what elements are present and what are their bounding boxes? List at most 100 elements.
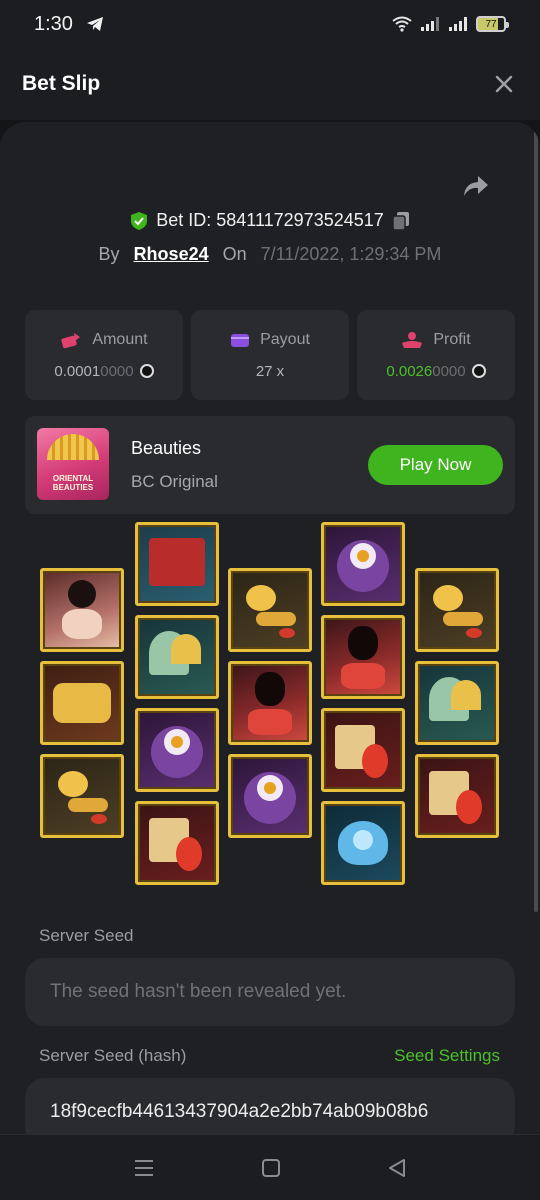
golden-ruyi-shape	[432, 584, 463, 611]
payout-card: Payout 27 x	[191, 310, 349, 400]
profit-icon	[402, 331, 423, 348]
profit-card: Profit 0.00260000	[357, 310, 515, 400]
golden-ruyi-shape	[256, 612, 297, 627]
home-icon[interactable]	[261, 1158, 281, 1178]
user-link[interactable]: Rhose24	[134, 244, 209, 265]
golden-ruyi-shape	[443, 612, 484, 627]
status-bar: 1:30 77	[0, 0, 540, 48]
purple-lotus-ring-symbol	[135, 708, 219, 792]
close-icon	[495, 75, 513, 93]
battery-icon: 77	[476, 16, 509, 32]
golden-ruyi-shape	[91, 814, 108, 825]
by-label: By	[98, 244, 120, 264]
red-dress-lady-symbol	[321, 615, 405, 699]
share-icon	[464, 176, 488, 196]
koi-fish-scroll-shape	[362, 743, 389, 778]
bet-stats: Amount 0.00010000 Payout 27 x Profit 0.0…	[25, 310, 515, 400]
wallet-icon	[231, 333, 250, 347]
golden-ruyi-shape	[279, 628, 296, 639]
koi-fish-scroll-symbol	[135, 801, 219, 885]
server-seed-field: The seed hasn't been revealed yet.	[25, 958, 515, 1026]
thumbnail-title: ORIENTAL BEAUTIES	[52, 474, 94, 492]
golden-ruyi-shape	[68, 798, 109, 813]
blue-lotus-shape	[353, 829, 373, 850]
purple-lotus-ring-shape	[264, 782, 276, 795]
golden-comb-shape	[53, 683, 111, 723]
payout-label: Payout	[260, 330, 310, 348]
koi-fish-scroll-symbol	[321, 708, 405, 792]
amount-icon	[61, 332, 81, 348]
amount-card: Amount 0.00010000	[25, 310, 183, 400]
blue-lotus-symbol	[321, 801, 405, 885]
red-dress-lady-shape	[255, 671, 285, 706]
play-now-button[interactable]: Play Now	[368, 445, 503, 485]
red-dress-lady-symbol	[228, 661, 312, 745]
red-dress-lady-shape	[248, 708, 292, 735]
menu-icon[interactable]	[133, 1158, 155, 1178]
golden-ruyi-shape	[245, 584, 276, 611]
server-seed-hash-field[interactable]: 18f9cecfb44613437904a2e2bb74ab09b08b6	[25, 1078, 515, 1134]
scrollbar[interactable]	[534, 122, 538, 912]
signal-icon-2	[449, 17, 467, 31]
verified-shield-icon	[131, 211, 148, 230]
beauty-lady-symbol	[40, 568, 124, 652]
game-thumbnail[interactable]: ORIENTAL BEAUTIES	[37, 428, 109, 500]
share-button[interactable]	[462, 174, 490, 198]
telegram-icon	[86, 17, 103, 31]
jade-fan-symbol	[415, 661, 499, 745]
header: Bet Slip	[0, 48, 540, 120]
payout-value: 27 x	[255, 362, 285, 380]
close-button[interactable]	[490, 70, 518, 98]
golden-ruyi-symbol	[40, 754, 124, 838]
red-dress-lady-shape	[341, 662, 385, 689]
game-card[interactable]: ORIENTAL BEAUTIES Beauties BC Original P…	[25, 416, 515, 514]
game-provider: BC Original	[131, 472, 218, 491]
server-seed-label: Server Seed	[39, 926, 134, 945]
purple-lotus-ring-symbol	[321, 522, 405, 606]
profit-label: Profit	[433, 330, 471, 348]
fan-graphic	[47, 434, 99, 460]
red-book-shape	[149, 538, 205, 587]
system-nav-bar	[0, 1134, 540, 1200]
red-dress-lady-shape	[348, 625, 378, 660]
beauty-lady-shape	[62, 609, 102, 640]
koi-fish-scroll-symbol	[415, 754, 499, 838]
jade-fan-symbol	[135, 615, 219, 699]
red-book-symbol	[135, 522, 219, 606]
slot-reels	[40, 522, 500, 895]
golden-comb-symbol	[40, 661, 124, 745]
status-time: 1:30	[34, 12, 73, 35]
on-label: On	[222, 244, 247, 264]
bet-detail-panel: Bet ID: 58411172973524517 By Rhose24 On …	[0, 122, 540, 1134]
golden-ruyi-symbol	[415, 568, 499, 652]
coin-icon	[471, 364, 486, 378]
jade-fan-shape	[451, 680, 482, 711]
wifi-icon	[392, 16, 412, 32]
jade-fan-shape	[171, 634, 202, 665]
copy-icon[interactable]	[392, 211, 410, 231]
profit-value: 0.00260000	[386, 362, 466, 380]
page-title: Bet Slip	[22, 72, 101, 95]
golden-ruyi-shape	[57, 770, 88, 797]
purple-lotus-ring-symbol	[228, 754, 312, 838]
beauty-lady-shape	[68, 580, 96, 609]
bet-author-row: By Rhose24 On 7/11/2022, 1:29:34 PM	[0, 244, 540, 265]
purple-lotus-ring-shape	[357, 550, 369, 563]
back-icon[interactable]	[387, 1158, 407, 1178]
server-seed-hash-label: Server Seed (hash)	[39, 1046, 187, 1065]
game-name: Beauties	[131, 438, 202, 458]
koi-fish-scroll-shape	[176, 836, 203, 871]
signal-icon	[421, 17, 439, 31]
golden-ruyi-shape	[466, 628, 483, 639]
golden-ruyi-symbol	[228, 568, 312, 652]
seed-settings-link[interactable]: Seed Settings	[394, 1046, 500, 1066]
bet-id-row: Bet ID: 58411172973524517	[0, 210, 540, 231]
amount-value: 0.00010000	[54, 362, 134, 380]
amount-label: Amount	[92, 330, 148, 348]
coin-icon	[139, 364, 154, 378]
status-icons: 77	[392, 16, 509, 32]
battery-level: 77	[485, 18, 497, 30]
bet-date: 7/11/2022, 1:29:34 PM	[260, 244, 442, 264]
purple-lotus-ring-shape	[171, 736, 183, 749]
koi-fish-scroll-shape	[456, 789, 483, 824]
